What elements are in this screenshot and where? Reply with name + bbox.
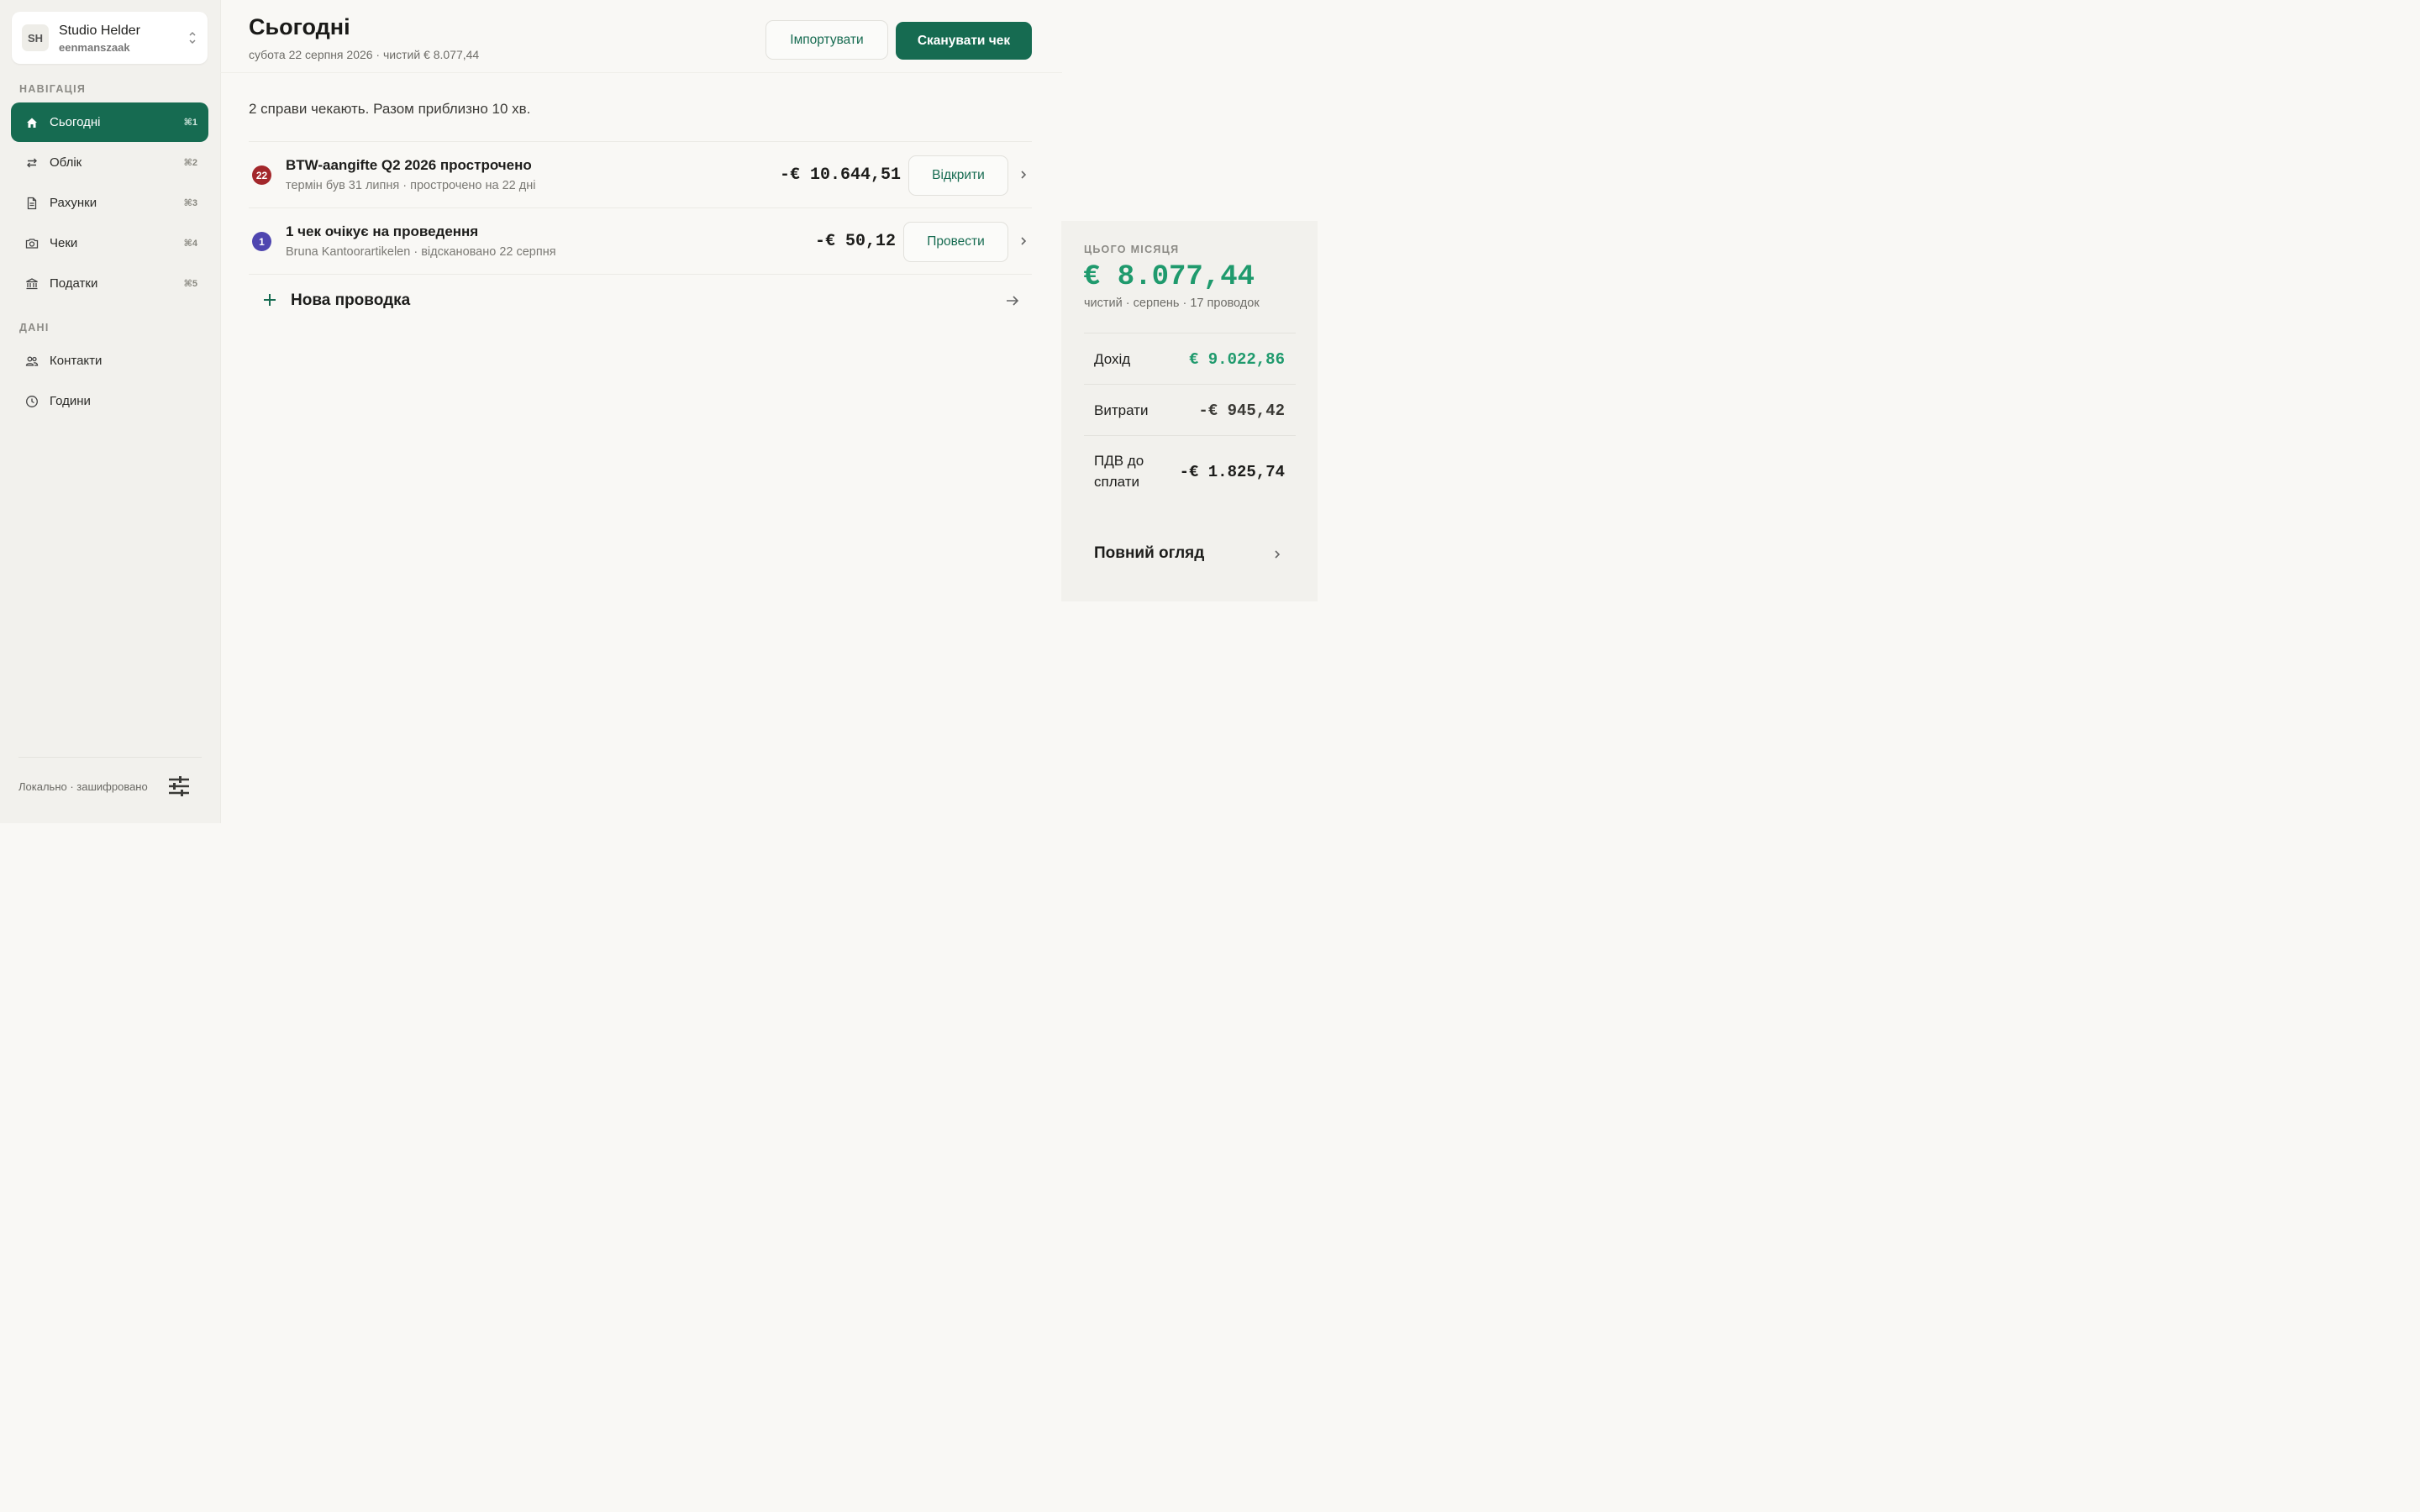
- sidebar: SH Studio Helder eenmanszaak НАВІГАЦІЯ С…: [0, 0, 221, 823]
- shortcut-hint: ⌘2: [183, 158, 197, 168]
- open-task-button[interactable]: Відкрити: [908, 155, 1008, 196]
- shortcut-hint: ⌘5: [183, 279, 197, 289]
- home-icon: [24, 115, 39, 130]
- sidebar-item-today[interactable]: Сьогодні ⌘1: [11, 102, 208, 142]
- arrow-right-icon: [1007, 296, 1019, 306]
- panel-caption: ЦЬОГО МІСЯЦЯ: [1084, 244, 1180, 255]
- sidebar-item-label: Рахунки: [50, 196, 97, 210]
- task-amount: -€ 10.644,51: [779, 165, 901, 185]
- shortcut-hint: ⌘3: [183, 198, 197, 208]
- count-badge: 1: [252, 232, 271, 251]
- chevron-right-icon[interactable]: [1271, 549, 1283, 560]
- sidebar-item-ledger[interactable]: Облік ⌘2: [11, 143, 208, 182]
- panel-meta: чистий · серпень · 17 проводок: [1084, 297, 1260, 310]
- sidebar-item-label: Облік: [50, 155, 82, 170]
- page-subtitle: субота 22 серпня 2026 · чистий € 8.077,4…: [249, 48, 480, 61]
- org-switcher[interactable]: SH Studio Helder eenmanszaak: [12, 12, 208, 64]
- task-amount: -€ 50,12: [814, 232, 896, 251]
- sidebar-item-label: Сьогодні: [50, 115, 101, 129]
- clock-icon: [24, 394, 39, 409]
- post-receipt-button[interactable]: Провести: [903, 222, 1008, 262]
- plus-icon: [264, 294, 276, 306]
- page-title: Сьогодні: [249, 14, 350, 39]
- income-label: Дохід: [1094, 351, 1131, 367]
- transfer-icon: [24, 155, 39, 171]
- sidebar-item-taxes[interactable]: Податки ⌘5: [11, 264, 208, 303]
- scan-receipt-button[interactable]: Сканувати чек: [896, 22, 1032, 60]
- org-type: eenmanszaak: [59, 41, 130, 54]
- month-summary-panel: ЦЬОГО МІСЯЦЯ € 8.077,44 чистий · серпень…: [1061, 221, 1318, 601]
- people-icon: [24, 354, 39, 369]
- expenses-label: Витрати: [1094, 402, 1149, 418]
- pending-summary: 2 справи чекають. Разом приблизно 10 хв.: [249, 101, 531, 117]
- sliders-icon[interactable]: [167, 774, 191, 798]
- divider: [249, 274, 1032, 275]
- new-entry-label: Нова проводка: [291, 291, 411, 309]
- sidebar-item-label: Податки: [50, 276, 98, 291]
- overdue-badge: 22: [252, 165, 271, 185]
- sidebar-item-label: Чеки: [50, 236, 78, 250]
- header-divider: [220, 72, 1062, 73]
- vat-value: -€ 1.825,74: [1179, 463, 1285, 481]
- new-entry-row[interactable]: Нова проводка: [249, 281, 1032, 321]
- org-avatar: SH: [22, 24, 49, 51]
- bank-icon: [24, 276, 39, 291]
- shortcut-hint: ⌘1: [183, 118, 197, 128]
- task-subtitle: термін був 31 липня · прострочено на 22 …: [286, 179, 536, 192]
- chevron-right-icon[interactable]: [1018, 235, 1029, 247]
- chevron-updown-icon: [189, 31, 196, 45]
- income-value: € 9.022,86: [1188, 350, 1285, 369]
- expenses-value: -€ 945,42: [1198, 402, 1285, 420]
- sidebar-item-contacts[interactable]: Контакти: [11, 341, 208, 381]
- storage-status: Локально · зашифровано: [18, 780, 148, 793]
- task-title: BTW-aangifte Q2 2026 прострочено: [286, 157, 532, 173]
- document-icon: [24, 196, 39, 211]
- task-subtitle: Bruna Kantoorartikelen · відскановано 22…: [286, 245, 556, 259]
- net-amount: € 8.077,44: [1083, 261, 1255, 293]
- import-button[interactable]: Імпортувати: [765, 20, 888, 60]
- org-name: Studio Helder: [59, 24, 140, 38]
- divider: [1084, 435, 1296, 436]
- data-section-label: ДАНІ: [19, 322, 50, 333]
- shortcut-hint: ⌘4: [183, 239, 197, 249]
- vat-label: ПДВ до сплати: [1094, 453, 1144, 490]
- chevron-right-icon[interactable]: [1018, 169, 1029, 181]
- full-overview-link[interactable]: Повний огляд: [1094, 544, 1204, 563]
- sidebar-item-label: Контакти: [50, 354, 103, 368]
- camera-icon: [24, 236, 39, 251]
- divider: [249, 207, 1032, 208]
- sidebar-item-hours[interactable]: Години: [11, 381, 208, 421]
- sidebar-item-receipts[interactable]: Чеки ⌘4: [11, 223, 208, 263]
- divider: [249, 141, 1032, 142]
- nav-section-label: НАВІГАЦІЯ: [19, 83, 87, 95]
- divider: [18, 757, 202, 758]
- divider: [1084, 384, 1296, 385]
- sidebar-item-label: Години: [50, 394, 91, 408]
- task-title: 1 чек очікує на проведення: [286, 223, 479, 239]
- sidebar-item-invoices[interactable]: Рахунки ⌘3: [11, 183, 208, 223]
